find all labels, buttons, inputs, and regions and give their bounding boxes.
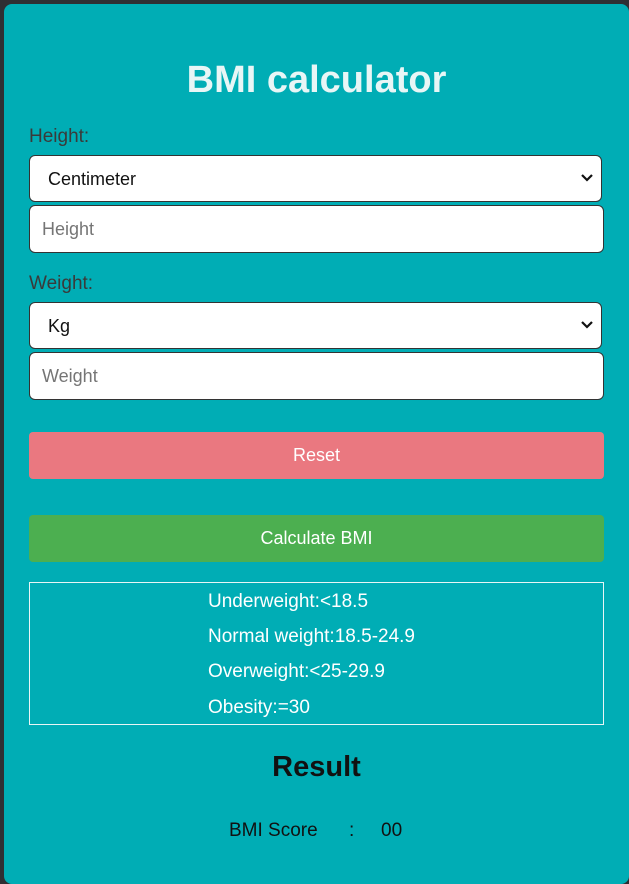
calculate-bmi-button[interactable]: Calculate BMI: [29, 515, 604, 562]
range-normal-weight: Normal weight:18.5-24.9: [208, 626, 415, 647]
weight-unit-select[interactable]: Kg: [29, 302, 602, 349]
range-obesity: Obesity:=30: [208, 697, 310, 718]
height-unit-selected-value: Centimeter: [48, 169, 137, 189]
weight-unit-selected-value: Kg: [48, 316, 71, 336]
range-overweight: Overweight:<25-29.9: [208, 661, 385, 682]
weight-label: Weight:: [29, 273, 94, 294]
bmi-ranges-box: Underweight:<18.5 Normal weight:18.5-24.…: [29, 582, 604, 725]
weight-input[interactable]: [29, 352, 604, 400]
range-underweight: Underweight:<18.5: [208, 591, 369, 612]
chevron-down-icon: [581, 321, 593, 329]
bmi-score-value: 00: [381, 820, 403, 841]
bmi-calculator-card: BMI calculator Height: Centimeter Weight…: [4, 4, 629, 884]
result-heading: Result: [272, 751, 361, 783]
height-unit-select[interactable]: Centimeter: [29, 155, 602, 202]
page-title: BMI calculator: [186, 59, 447, 101]
chevron-down-icon: [581, 174, 593, 182]
height-label: Height:: [29, 126, 90, 147]
bmi-score-label: BMI Score: [229, 820, 318, 841]
bmi-score-separator: :: [349, 820, 355, 841]
reset-button[interactable]: Reset: [29, 432, 604, 479]
height-input[interactable]: [29, 205, 604, 253]
